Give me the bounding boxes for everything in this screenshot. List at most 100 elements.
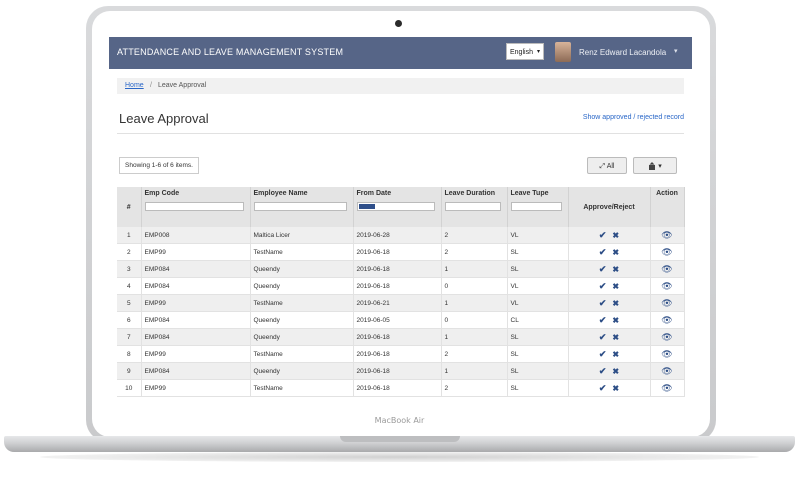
laptop-brand-label: MacBook Air: [374, 416, 425, 425]
col-from-date-label: From Date: [356, 190, 392, 197]
row-from-date: 2019-06-18: [353, 243, 442, 261]
row-index: 9: [117, 362, 142, 380]
col-emp-code-label: Emp Code: [144, 190, 180, 197]
leave-type-filter-input[interactable]: [510, 202, 562, 211]
approve-check-icon[interactable]: ✔: [599, 247, 607, 257]
chevron-down-icon: ▾: [658, 163, 662, 170]
row-index: 7: [117, 328, 142, 346]
row-emp-code: EMP084: [141, 328, 251, 346]
col-index-header: #: [117, 187, 142, 227]
user-menu-chevron-icon[interactable]: ▾: [674, 47, 678, 55]
row-emp-code: EMP084: [141, 260, 251, 278]
view-eye-icon[interactable]: 👁: [661, 315, 672, 325]
row-emp-code: EMP084: [141, 311, 251, 329]
table-row: 1 EMP008 Maltica Licer 2019-06-28 2 VL ✔ ✖ 👁: [117, 227, 685, 244]
row-emp-code: EMP084: [141, 362, 251, 380]
row-from-date: 2019-06-18: [353, 328, 442, 346]
pagination-summary: Showing 1-6 of 6 items.: [119, 157, 199, 174]
reject-close-icon[interactable]: ✖: [612, 367, 619, 376]
row-index: 10: [117, 379, 142, 397]
employee-name-filter-input[interactable]: [253, 202, 347, 211]
from-date-filter-input[interactable]: [356, 202, 435, 211]
view-eye-icon[interactable]: 👁: [661, 281, 672, 291]
reject-close-icon[interactable]: ✖: [612, 299, 619, 308]
approve-check-icon[interactable]: ✔: [599, 366, 607, 376]
row-from-date: 2019-06-18: [353, 345, 442, 363]
reject-close-icon[interactable]: ✖: [612, 316, 619, 325]
approve-check-icon[interactable]: ✔: [599, 298, 607, 308]
approve-check-icon[interactable]: ✔: [599, 230, 607, 240]
row-employee-name: Queendy: [250, 362, 354, 380]
approve-check-icon[interactable]: ✔: [599, 264, 607, 274]
laptop-shadow: [40, 452, 759, 462]
row-leave-duration: 1: [441, 362, 508, 380]
user-name[interactable]: Renz Edward Lacandola: [579, 48, 666, 57]
row-emp-code: EMP99: [141, 345, 251, 363]
show-approved-rejected-link[interactable]: Show approved / rejected record: [583, 114, 684, 121]
leave-duration-filter-input[interactable]: [444, 202, 501, 211]
col-leave-type-header[interactable]: Leave Tupe: [507, 187, 569, 227]
table-header-row: # Emp Code Employee Name From Date Leave…: [117, 187, 685, 227]
row-employee-name: Queendy: [250, 328, 354, 346]
view-eye-icon[interactable]: 👁: [661, 349, 672, 359]
row-action: 👁: [650, 294, 685, 312]
approve-check-icon[interactable]: ✔: [599, 281, 607, 291]
view-eye-icon[interactable]: 👁: [661, 247, 672, 257]
view-eye-icon[interactable]: 👁: [661, 366, 672, 376]
avatar[interactable]: [555, 42, 571, 62]
row-approve-reject: ✔ ✖: [568, 277, 651, 295]
col-employee-name-header[interactable]: Employee Name: [250, 187, 354, 227]
breadcrumb-home-link[interactable]: Home: [125, 78, 144, 94]
leave-approval-table: # Emp Code Employee Name From Date Leave…: [117, 187, 685, 397]
col-leave-duration-label: Leave Duration: [444, 190, 496, 197]
row-from-date: 2019-06-21: [353, 294, 442, 312]
approve-check-icon[interactable]: ✔: [599, 315, 607, 325]
col-leave-duration-header[interactable]: Leave Duration: [441, 187, 508, 227]
view-eye-icon[interactable]: 👁: [661, 383, 672, 393]
row-action: 👁: [650, 345, 685, 363]
export-button[interactable]: ▾: [633, 157, 677, 174]
approve-check-icon[interactable]: ✔: [599, 383, 607, 393]
col-from-date-header[interactable]: From Date: [353, 187, 442, 227]
table-row: 8 EMP99 TestName 2019-06-18 2 SL ✔ ✖ 👁: [117, 345, 685, 363]
row-from-date: 2019-06-28: [353, 227, 442, 244]
row-employee-name: TestName: [250, 345, 354, 363]
col-emp-code-header[interactable]: Emp Code: [141, 187, 251, 227]
reject-close-icon[interactable]: ✖: [612, 384, 619, 393]
reject-close-icon[interactable]: ✖: [612, 282, 619, 291]
table-row: 6 EMP084 Queendy 2019-06-05 0 CL ✔ ✖ 👁: [117, 311, 685, 329]
row-index: 5: [117, 294, 142, 312]
view-eye-icon[interactable]: 👁: [661, 230, 672, 240]
approve-check-icon[interactable]: ✔: [599, 349, 607, 359]
row-approve-reject: ✔ ✖: [568, 294, 651, 312]
row-leave-duration: 0: [441, 311, 508, 329]
view-eye-icon[interactable]: 👁: [661, 264, 672, 274]
row-approve-reject: ✔ ✖: [568, 345, 651, 363]
reject-close-icon[interactable]: ✖: [612, 231, 619, 240]
view-eye-icon[interactable]: 👁: [661, 332, 672, 342]
table-row: 9 EMP084 Queendy 2019-06-18 1 SL ✔ ✖ 👁: [117, 362, 685, 380]
reject-close-icon[interactable]: ✖: [612, 333, 619, 342]
emp-code-filter-input[interactable]: [144, 202, 244, 211]
title-divider: [117, 133, 684, 134]
row-leave-type: VL: [507, 277, 569, 295]
view-eye-icon[interactable]: 👁: [661, 298, 672, 308]
reject-close-icon[interactable]: ✖: [612, 248, 619, 257]
show-all-button[interactable]: ⤢ All: [587, 157, 627, 174]
show-all-label: All: [606, 163, 615, 170]
reject-close-icon[interactable]: ✖: [612, 350, 619, 359]
breadcrumb-current: Leave Approval: [158, 82, 207, 89]
date-picker-icon[interactable]: [358, 204, 375, 209]
approve-check-icon[interactable]: ✔: [599, 332, 607, 342]
col-employee-name-label: Employee Name: [253, 190, 308, 197]
camera-icon: [395, 20, 402, 27]
row-emp-code: EMP008: [141, 227, 251, 244]
row-leave-duration: 2: [441, 345, 508, 363]
row-action: 👁: [650, 311, 685, 329]
row-leave-type: SL: [507, 379, 569, 397]
top-navbar: ATTENDANCE AND LEAVE MANAGEMENT SYSTEM E…: [109, 37, 692, 69]
app-screen: ATTENDANCE AND LEAVE MANAGEMENT SYSTEM E…: [109, 37, 692, 401]
row-leave-type: VL: [507, 227, 569, 244]
reject-close-icon[interactable]: ✖: [612, 265, 619, 274]
language-select[interactable]: English ▾: [506, 43, 544, 60]
